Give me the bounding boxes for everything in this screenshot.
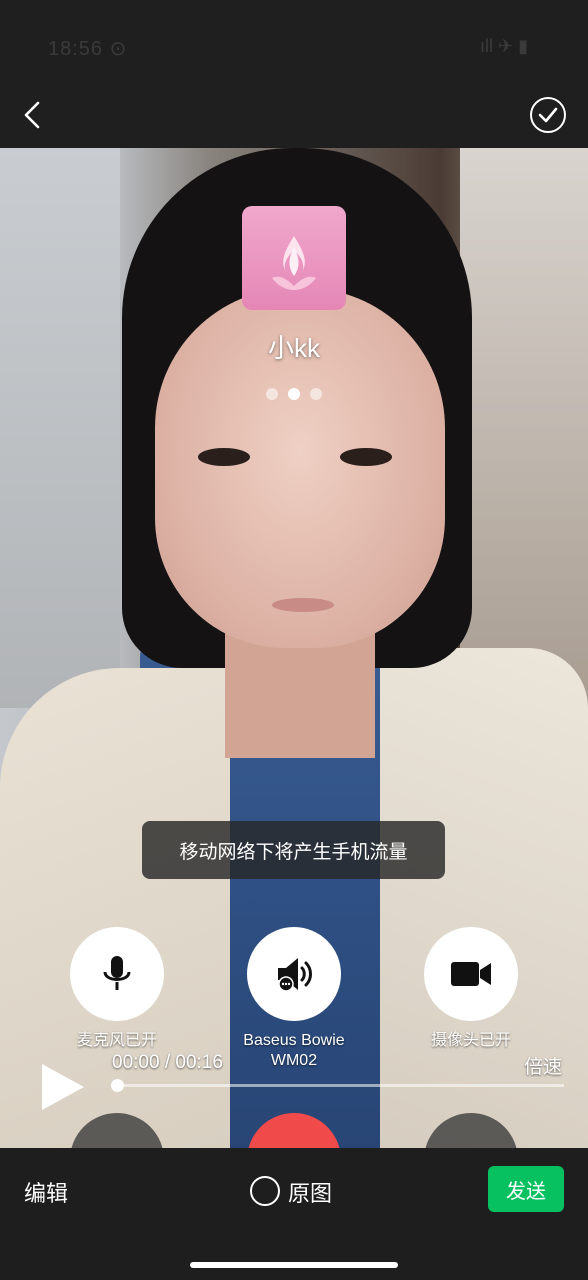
microphone-button[interactable]	[70, 927, 164, 1021]
speed-button[interactable]: 倍速	[524, 1052, 562, 1079]
contact-name: 小kk	[267, 333, 320, 363]
microphone-icon	[103, 956, 131, 990]
camera-label: 摄像头已开	[430, 1032, 511, 1049]
right-eye	[340, 448, 392, 466]
progress-thumb[interactable]	[111, 1079, 124, 1092]
send-button[interactable]: 发送	[488, 1166, 564, 1212]
speaker-button[interactable]	[247, 927, 341, 1021]
original-label[interactable]: 原图	[288, 1176, 332, 1208]
speaker-label-line2: WM02	[270, 1052, 318, 1069]
speaker-label: Baseus Bowie WM02	[214, 1031, 374, 1071]
status-icons: ıll ✈ ▮	[480, 36, 528, 56]
network-toast: 移动网络下将产生手机流量	[142, 821, 445, 879]
background-shelf	[460, 148, 588, 708]
progress-track[interactable]	[116, 1084, 564, 1087]
check-circle-icon[interactable]	[530, 97, 566, 133]
original-radio[interactable]	[250, 1176, 280, 1206]
speaker-icon	[278, 958, 312, 992]
play-icon[interactable]	[42, 1064, 84, 1110]
status-time: 18:56 ⊙	[48, 38, 128, 60]
page-indicator	[266, 388, 326, 400]
left-eye	[198, 448, 250, 466]
contact-avatar	[242, 206, 346, 310]
lips	[272, 598, 334, 612]
page-dot	[310, 388, 322, 400]
home-indicator	[190, 1262, 398, 1268]
page-dot-active	[288, 388, 300, 400]
speaker-label-line1: Baseus Bowie	[243, 1032, 345, 1049]
edit-button[interactable]: 编辑	[24, 1176, 68, 1208]
microphone-label: 麦克风已开	[76, 1032, 157, 1049]
page-dot	[266, 388, 278, 400]
video-camera-icon	[451, 962, 491, 986]
top-bar	[0, 0, 588, 148]
playback-time: 00:00 / 00:16	[112, 1052, 223, 1073]
lotus-flame-icon	[272, 236, 316, 290]
jacket-left	[0, 668, 230, 1148]
camera-button[interactable]	[424, 927, 518, 1021]
chevron-left-icon[interactable]	[22, 100, 44, 130]
background-wall	[0, 148, 120, 708]
